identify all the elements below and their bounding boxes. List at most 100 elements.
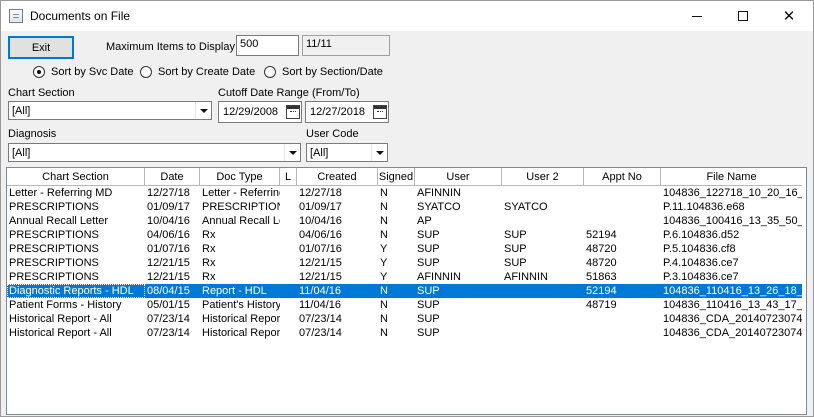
cell-signed: N xyxy=(380,285,388,297)
cell-created: 07/23/14 xyxy=(299,327,342,339)
table-row[interactable]: Annual Recall Letter 10/04/16 Annual Recal… xyxy=(7,214,802,228)
cell-file-name: P.5.104836.cf8 xyxy=(663,243,736,255)
cell-l xyxy=(280,186,297,200)
cell-chart-section: Letter - Referring MD xyxy=(9,187,113,199)
table-row[interactable]: PRESCRIPTIONS 04/06/16 Rx 04/06/16 N SUP SUP 52… xyxy=(7,228,802,242)
cell-date: 10/04/16 xyxy=(147,215,190,227)
cell-user: SUP xyxy=(417,327,440,339)
cell-file-name: P.6.104836.d52 xyxy=(663,229,740,241)
cell-doc-type: Rx xyxy=(202,271,216,283)
chevron-down-icon[interactable] xyxy=(284,144,300,161)
cell-date: 05/01/15 xyxy=(147,299,190,311)
cell-file-name: 104836_110416_13_26_18_2 xyxy=(663,285,802,297)
cell-created: 12/27/18 xyxy=(299,187,342,199)
cell-l xyxy=(280,228,297,242)
table-row[interactable]: Diagnostic Reports - HDL 08/04/15 Report -… xyxy=(7,284,802,298)
cell-signed: N xyxy=(380,313,388,325)
cell-file-name: P.11.104836.e68 xyxy=(663,201,745,213)
sort-by-svc-date-radio[interactable]: Sort by Svc Date xyxy=(33,66,134,78)
cell-created: 01/09/17 xyxy=(299,201,342,213)
cell-doc-type: Patient's History xyxy=(202,299,280,311)
table-row[interactable]: PRESCRIPTIONS 12/21/15 Rx 12/21/15 Y SUP SUP 48… xyxy=(7,256,802,270)
column-header-doc-type[interactable]: Doc Type xyxy=(200,168,280,186)
minimize-button[interactable] xyxy=(674,1,720,31)
column-header-row: Chart Section Date Doc Type L Created Si… xyxy=(7,168,802,186)
cell-file-name: 104836_110416_13_43_17_3 xyxy=(663,299,802,311)
cell-l xyxy=(280,284,297,298)
cell-chart-section: Diagnostic Reports - HDL xyxy=(7,284,145,298)
calendar-icon[interactable] xyxy=(373,105,387,119)
cell-signed: Y xyxy=(380,243,388,255)
table-row[interactable]: PRESCRIPTIONS 01/07/16 Rx 01/07/16 Y SUP SUP 48… xyxy=(7,242,802,256)
chart-section-label: Chart Section xyxy=(8,87,75,99)
column-header-l[interactable]: L xyxy=(280,168,297,186)
cell-user-2 xyxy=(502,312,584,326)
cell-date: 07/23/14 xyxy=(147,313,190,325)
cell-l xyxy=(280,326,297,340)
cell-created: 10/04/16 xyxy=(299,215,342,227)
chevron-down-icon[interactable] xyxy=(371,144,387,161)
cutoff-from-date-picker[interactable]: 12/29/2008 xyxy=(218,101,302,123)
cell-created: 04/06/16 xyxy=(299,229,342,241)
sort-by-section-date-radio[interactable]: Sort by Section/Date xyxy=(264,66,383,78)
maximize-button[interactable] xyxy=(720,1,766,31)
item-count-display: 11/11 xyxy=(302,35,390,56)
cell-doc-type: Letter - Referring xyxy=(202,187,280,199)
radio-unchecked-icon xyxy=(264,66,276,78)
cell-doc-type: PRESCRIPTION xyxy=(202,201,280,213)
cell-user: AFINNIN xyxy=(417,271,461,283)
cell-user-2 xyxy=(502,186,584,200)
cell-user-2 xyxy=(502,326,584,340)
cell-date: 07/23/14 xyxy=(147,327,190,339)
cell-doc-type: Rx xyxy=(202,229,216,241)
chevron-down-icon[interactable] xyxy=(195,102,211,119)
table-row[interactable]: PRESCRIPTIONS 12/21/15 Rx 12/21/15 Y AFINNIN A… xyxy=(7,270,802,284)
table-row[interactable]: PRESCRIPTIONS 01/09/17 PRESCRIPTION 01/09/1… xyxy=(7,200,802,214)
column-header-user[interactable]: User xyxy=(415,168,502,186)
cell-chart-section: Historical Report - All xyxy=(9,313,112,325)
cell-l xyxy=(280,242,297,256)
column-header-appt-no[interactable]: Appt No xyxy=(584,168,661,186)
cutoff-to-date-picker[interactable]: 12/27/2018 xyxy=(305,101,389,123)
cell-created: 01/07/16 xyxy=(299,243,342,255)
sort-option-label: Sort by Create Date xyxy=(158,66,256,78)
cell-user: SUP xyxy=(417,299,440,311)
cell-appt-no xyxy=(584,312,661,326)
column-header-created[interactable]: Created xyxy=(297,168,378,186)
cell-signed: N xyxy=(380,299,388,311)
cell-appt-no xyxy=(584,186,661,200)
user-code-dropdown[interactable]: [All] xyxy=(306,143,388,162)
sort-option-label: Sort by Svc Date xyxy=(51,66,134,78)
table-row[interactable]: Letter - Referring MD 12/27/18 Letter - Re… xyxy=(7,186,802,200)
calendar-icon[interactable] xyxy=(286,105,300,119)
cell-date: 12/27/18 xyxy=(147,187,190,199)
cell-signed: Y xyxy=(380,271,388,283)
column-header-signed[interactable]: Signed xyxy=(378,168,415,186)
close-button[interactable]: ✕ xyxy=(766,1,812,31)
max-items-input[interactable]: 500 xyxy=(236,35,299,56)
column-header-user-2[interactable]: User 2 xyxy=(502,168,584,186)
cell-appt-no: 48719 xyxy=(586,299,617,311)
documents-list[interactable]: Chart Section Date Doc Type L Created Si… xyxy=(6,167,807,415)
diagnosis-dropdown[interactable]: [All] xyxy=(8,143,301,162)
table-row[interactable]: Historical Report - All 07/23/14 Historica… xyxy=(7,312,802,326)
column-header-file-name[interactable]: File Name xyxy=(661,168,802,186)
cell-user-2 xyxy=(502,214,584,228)
cell-appt-no: 52194 xyxy=(586,285,617,297)
cell-chart-section: PRESCRIPTIONS xyxy=(9,229,99,241)
cell-created: 11/04/16 xyxy=(299,299,342,311)
exit-button[interactable]: Exit xyxy=(8,36,74,59)
cell-user-2 xyxy=(502,298,584,312)
table-row[interactable]: Historical Report - All 07/23/14 Historica… xyxy=(7,326,802,340)
sort-by-create-date-radio[interactable]: Sort by Create Date xyxy=(140,66,255,78)
cell-signed: N xyxy=(380,187,388,199)
chart-section-dropdown[interactable]: [All] xyxy=(8,101,212,120)
max-items-label: Maximum Items to Display xyxy=(106,41,235,53)
cell-doc-type: Rx xyxy=(202,257,216,269)
column-header-date[interactable]: Date xyxy=(145,168,200,186)
cell-appt-no xyxy=(584,200,661,214)
column-header-chart-section[interactable]: Chart Section xyxy=(7,168,145,186)
table-row[interactable]: Patient Forms - History 05/01/15 Patient's… xyxy=(7,298,802,312)
cell-file-name: P.4.104836.ce7 xyxy=(663,257,739,269)
cell-user: SUP xyxy=(417,313,440,325)
